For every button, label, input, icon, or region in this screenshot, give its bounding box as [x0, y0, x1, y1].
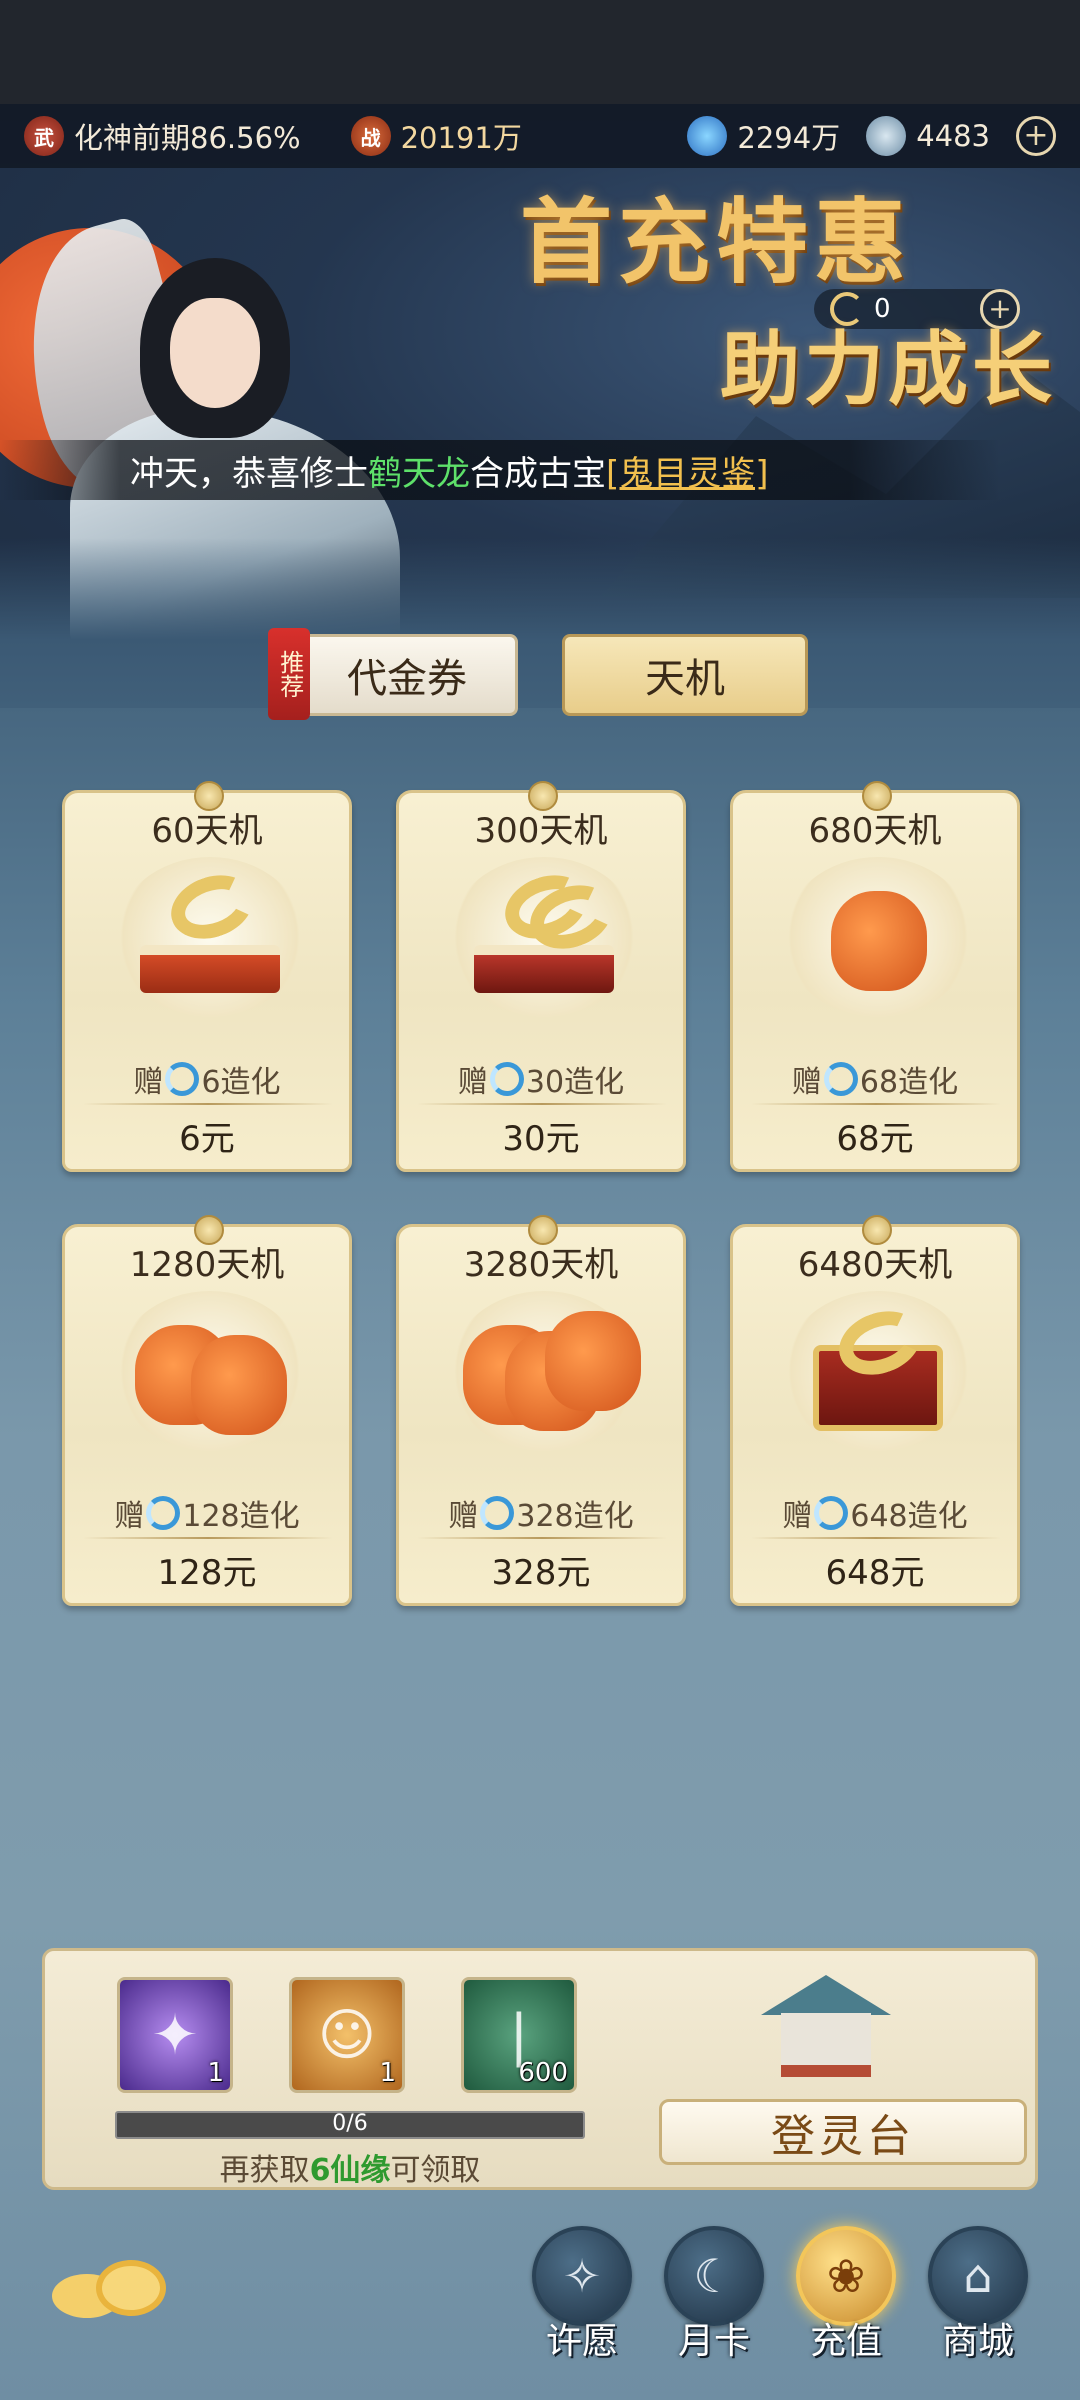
treasure-bag-icon [783, 857, 973, 1017]
zaohua-icon [489, 1062, 524, 1096]
package-bonus: 赠 6造化 [65, 1057, 349, 1101]
tab-voucher-label: 代金券 [347, 656, 467, 702]
package-card-6480[interactable]: 6480天机 赠 648造化 648元 [730, 1215, 1020, 1606]
ticker-middle: 合成古宝 [470, 453, 606, 494]
recommend-badge: 推荐 [268, 628, 310, 720]
nav-wish[interactable]: ✧ 许愿 [528, 2226, 636, 2366]
crystal-currency[interactable]: 2294万 [687, 115, 840, 157]
package-price: 128元 [157, 1553, 257, 1593]
dengling-platform-button[interactable]: 登灵台 [659, 2099, 1027, 2165]
pavilion-icon [751, 1965, 901, 2085]
reward-qty: 1 [207, 2058, 224, 2088]
zaohua-icon [823, 1062, 858, 1096]
package-price: 6元 [179, 1119, 235, 1159]
reward-item-1[interactable]: ✦ 1 [117, 1977, 233, 2093]
nav-label: 许愿 [545, 2321, 618, 2362]
package-name: 1280天机 [129, 1245, 285, 1285]
zaohua-icon [146, 1496, 181, 1530]
gold-seal-stack-icon [449, 857, 639, 1017]
package-price: 328元 [491, 1553, 591, 1593]
treasure-bags-icon [115, 1291, 305, 1451]
zaohua-icon [165, 1062, 200, 1096]
reward-item-2[interactable]: ☺ 1 [289, 1977, 405, 2093]
package-bonus: 赠 68造化 [733, 1057, 1017, 1101]
package-name: 680天机 [808, 811, 942, 851]
package-card-1280[interactable]: 1280天机 赠 128造化 128元 [62, 1215, 352, 1606]
package-bonus: 赠 328造化 [399, 1491, 683, 1535]
resource-bar: 武 化神前期86.56% 战 20191万 2294万 4483 + [0, 104, 1080, 168]
zaohua-icon [480, 1496, 515, 1530]
nav-shop[interactable]: ⌂ 商城 [924, 2226, 1032, 2366]
divider [417, 1103, 667, 1105]
package-card-300[interactable]: 300天机 赠 30造化 30元 [396, 781, 686, 1172]
ticker-player-name[interactable]: 鹤天龙 [368, 446, 470, 495]
nav-recharge[interactable]: ❀ 充值 [792, 2226, 900, 2366]
nav-month-card[interactable]: ☾ 月卡 [660, 2226, 768, 2366]
divider [83, 1103, 333, 1105]
tab-tianji-label: 天机 [645, 656, 725, 702]
reward-hint: 再获取6仙缘可领取 [219, 2153, 481, 2188]
package-bonus: 赠 30造化 [399, 1057, 683, 1101]
reward-qty: 600 [518, 2058, 568, 2088]
package-card-60[interactable]: 60天机 赠 6造化 6元 [62, 781, 352, 1172]
package-name: 3280天机 [463, 1245, 619, 1285]
cumulative-reward-panel: ✦ 1 ☺ 1 ❘ 600 0/6 再获取6仙缘可领取 登灵台 [42, 1948, 1038, 2190]
reward-item-3[interactable]: ❘ 600 [461, 1977, 577, 2093]
treasure-chest-icon [783, 1291, 973, 1451]
wu-icon: 武 [24, 116, 64, 156]
treasure-bags-icon [449, 1291, 641, 1451]
reward-progress-bar: 0/6 [115, 2111, 585, 2139]
broadcast-ticker: 冲天，恭喜修士 鹤天龙 合成古宝 [鬼目灵鉴] [0, 440, 1000, 500]
month-card-icon: ☾ [693, 2249, 735, 2303]
nav-label: 月卡 [677, 2321, 750, 2362]
wave-decoration [0, 538, 1080, 708]
divider [83, 1537, 333, 1539]
shop-icon: ⌂ [963, 2249, 993, 2303]
recommend-badge-text: 推荐 [275, 650, 304, 698]
package-card-680[interactable]: 680天机 赠 68造化 68元 [730, 781, 1020, 1172]
crystal-icon [687, 116, 728, 156]
promo-subtitle: 助力成长 [720, 322, 1056, 416]
hint-highlight: 6仙缘 [309, 2153, 391, 2188]
package-bonus: 赠 128造化 [65, 1491, 349, 1535]
package-price: 68元 [836, 1119, 914, 1159]
coil-icon [866, 116, 907, 156]
ticker-item-link[interactable]: [鬼目灵鉴] [606, 446, 769, 495]
combat-power[interactable]: 战 20191万 [350, 115, 522, 157]
reward-qty: 1 [379, 2058, 396, 2088]
coil-value: 4483 [916, 119, 990, 153]
recharge-icon: ❀ [826, 2249, 866, 2303]
ticker-prefix: 冲天，恭喜修士 [130, 453, 368, 494]
package-price: 648元 [825, 1553, 925, 1593]
status-bar-area [0, 0, 1080, 104]
promo-title: 首充特惠 [520, 188, 913, 296]
realm-progress[interactable]: 武 化神前期86.56% [24, 115, 301, 157]
combat-power-value: 20191万 [400, 121, 522, 155]
tab-tianji[interactable]: 天机 [562, 634, 808, 716]
nav-label: 充值 [809, 2321, 882, 2362]
package-bonus: 赠 648造化 [733, 1491, 1017, 1535]
package-price: 30元 [502, 1119, 580, 1159]
package-name: 60天机 [151, 811, 263, 851]
divider [751, 1537, 1001, 1539]
add-currency-button[interactable]: + [1016, 116, 1056, 156]
nav-label: 商城 [941, 2321, 1014, 2362]
gold-seal-icon [115, 857, 305, 1017]
divider [417, 1537, 667, 1539]
realm-text: 化神前期86.56% [74, 121, 301, 155]
zhan-icon: 战 [350, 116, 391, 156]
cloud-menu-icon[interactable] [52, 2254, 176, 2324]
divider [751, 1103, 1001, 1105]
package-name: 300天机 [474, 811, 608, 851]
package-card-3280[interactable]: 3280天机 赠 328造化 328元 [396, 1215, 686, 1606]
zaohua-icon [814, 1496, 849, 1530]
wish-icon: ✧ [562, 2249, 602, 2303]
coil-currency[interactable]: 4483 [866, 116, 990, 156]
progress-text: 0/6 [332, 2111, 368, 2136]
package-name: 6480天机 [797, 1245, 953, 1285]
crystal-value: 2294万 [737, 121, 841, 155]
